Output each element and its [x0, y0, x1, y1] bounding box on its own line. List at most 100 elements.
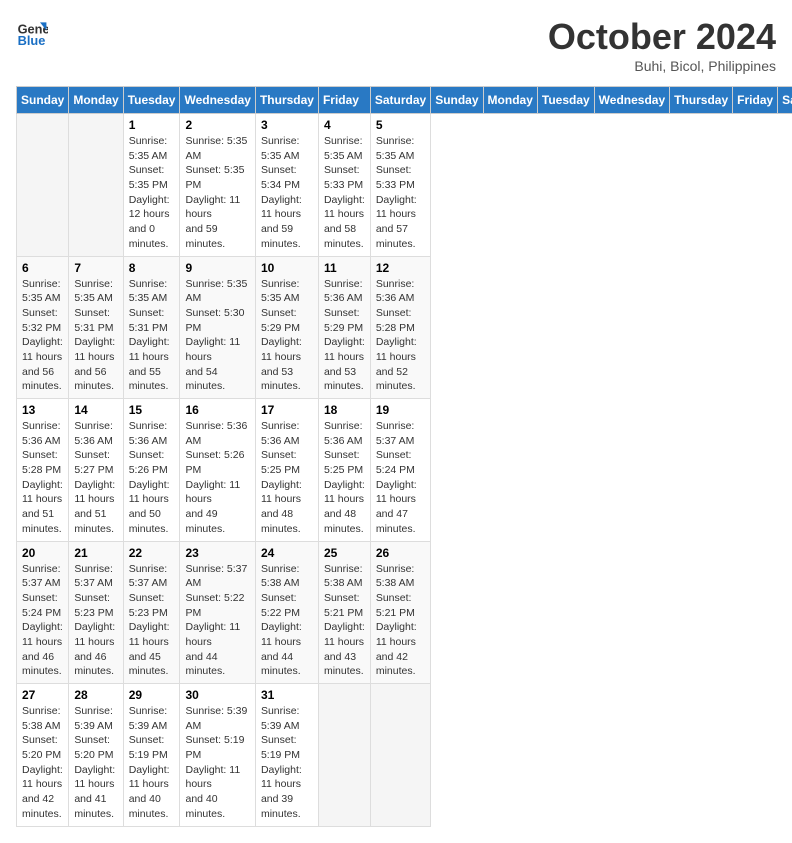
logo-icon: General Blue: [16, 16, 48, 48]
col-header-sunday: Sunday: [17, 87, 69, 114]
day-detail: Sunrise: 5:35 AM Sunset: 5:31 PM Dayligh…: [129, 277, 175, 395]
calendar-cell: 24Sunrise: 5:38 AM Sunset: 5:22 PM Dayli…: [255, 541, 318, 684]
day-detail: Sunrise: 5:36 AM Sunset: 5:27 PM Dayligh…: [74, 419, 117, 537]
calendar-cell: 20Sunrise: 5:37 AM Sunset: 5:24 PM Dayli…: [17, 541, 69, 684]
calendar-cell: 3Sunrise: 5:35 AM Sunset: 5:34 PM Daylig…: [255, 114, 318, 257]
calendar-cell: 23 Sunrise: 5:37 AM Sunset: 5:22 PM Dayli…: [180, 541, 255, 684]
col-header-sunday: Sunday: [431, 87, 483, 114]
day-detail: Sunrise: 5:39 AM Sunset: 5:19 PM Dayligh…: [185, 704, 249, 822]
day-detail: Sunrise: 5:35 AM Sunset: 5:35 PM Dayligh…: [185, 134, 249, 252]
calendar-cell: 6 Sunrise: 5:35 AM Sunset: 5:32 PM Daylig…: [17, 256, 69, 399]
location-subtitle: Buhi, Bicol, Philippines: [548, 58, 776, 74]
day-detail: Sunrise: 5:39 AM Sunset: 5:20 PM Dayligh…: [74, 704, 117, 822]
day-detail: Sunrise: 5:37 AM Sunset: 5:22 PM Dayligh…: [185, 562, 249, 680]
day-number: 10: [261, 261, 313, 275]
col-header-friday: Friday: [733, 87, 778, 114]
calendar-week-5: 27 Sunrise: 5:38 AM Sunset: 5:20 PM Dayli…: [17, 684, 792, 827]
day-detail: Sunrise: 5:36 AM Sunset: 5:29 PM Dayligh…: [324, 277, 365, 395]
calendar-cell: [17, 114, 69, 257]
day-number: 26: [376, 546, 425, 560]
col-header-thursday: Thursday: [670, 87, 733, 114]
day-number: 9: [185, 261, 249, 275]
calendar-cell: 29 Sunrise: 5:39 AM Sunset: 5:19 PM Dayli…: [123, 684, 180, 827]
calendar-cell: 27 Sunrise: 5:38 AM Sunset: 5:20 PM Dayli…: [17, 684, 69, 827]
day-detail: Sunrise: 5:35 AM Sunset: 5:35 PM Dayligh…: [129, 134, 175, 252]
calendar-table: SundayMondayTuesdayWednesdayThursdayFrid…: [16, 86, 792, 827]
day-number: 17: [261, 403, 313, 417]
day-detail: Sunrise: 5:37 AM Sunset: 5:23 PM Dayligh…: [74, 562, 117, 680]
day-detail: Sunrise: 5:35 AM Sunset: 5:29 PM Dayligh…: [261, 277, 313, 395]
day-detail: Sunrise: 5:39 AM Sunset: 5:19 PM Dayligh…: [129, 704, 175, 822]
calendar-cell: 30Sunrise: 5:39 AM Sunset: 5:19 PM Dayli…: [180, 684, 255, 827]
day-number: 24: [261, 546, 313, 560]
day-number: 2: [185, 118, 249, 132]
col-header-wednesday: Wednesday: [594, 87, 669, 114]
calendar-cell: 28 Sunrise: 5:39 AM Sunset: 5:20 PM Dayli…: [69, 684, 123, 827]
day-number: 16: [185, 403, 249, 417]
day-detail: Sunrise: 5:37 AM Sunset: 5:24 PM Dayligh…: [22, 562, 63, 680]
day-detail: Sunrise: 5:36 AM Sunset: 5:28 PM Dayligh…: [376, 277, 425, 395]
calendar-cell: 13Sunrise: 5:36 AM Sunset: 5:28 PM Dayli…: [17, 399, 69, 542]
day-number: 11: [324, 261, 365, 275]
col-header-friday: Friday: [318, 87, 370, 114]
day-detail: Sunrise: 5:38 AM Sunset: 5:21 PM Dayligh…: [324, 562, 365, 680]
day-detail: Sunrise: 5:36 AM Sunset: 5:26 PM Dayligh…: [185, 419, 249, 537]
calendar-cell: 25Sunrise: 5:38 AM Sunset: 5:21 PM Dayli…: [318, 541, 370, 684]
calendar-cell: [370, 684, 430, 827]
day-number: 15: [129, 403, 175, 417]
day-number: 6: [22, 261, 63, 275]
calendar-cell: 9 Sunrise: 5:35 AM Sunset: 5:30 PM Daylig…: [180, 256, 255, 399]
col-header-thursday: Thursday: [255, 87, 318, 114]
calendar-cell: 21Sunrise: 5:37 AM Sunset: 5:23 PM Dayli…: [69, 541, 123, 684]
day-detail: Sunrise: 5:38 AM Sunset: 5:21 PM Dayligh…: [376, 562, 425, 680]
day-number: 23: [185, 546, 249, 560]
day-detail: Sunrise: 5:37 AM Sunset: 5:24 PM Dayligh…: [376, 419, 425, 537]
page-header: General Blue October 2024 Buhi, Bicol, P…: [16, 16, 776, 74]
calendar-cell: 2 Sunrise: 5:35 AM Sunset: 5:35 PM Daylig…: [180, 114, 255, 257]
day-number: 27: [22, 688, 63, 702]
day-detail: Sunrise: 5:39 AM Sunset: 5:19 PM Dayligh…: [261, 704, 313, 822]
day-number: 3: [261, 118, 313, 132]
day-number: 12: [376, 261, 425, 275]
calendar-cell: 26 Sunrise: 5:38 AM Sunset: 5:21 PM Dayli…: [370, 541, 430, 684]
day-detail: Sunrise: 5:38 AM Sunset: 5:20 PM Dayligh…: [22, 704, 63, 822]
col-header-monday: Monday: [483, 87, 537, 114]
col-header-saturday: Saturday: [370, 87, 430, 114]
month-title: October 2024: [548, 16, 776, 58]
day-number: 1: [129, 118, 175, 132]
calendar-week-4: 20Sunrise: 5:37 AM Sunset: 5:24 PM Dayli…: [17, 541, 792, 684]
day-number: 4: [324, 118, 365, 132]
calendar-cell: [69, 114, 123, 257]
day-number: 14: [74, 403, 117, 417]
col-header-wednesday: Wednesday: [180, 87, 255, 114]
col-header-saturday: Saturday: [778, 87, 792, 114]
day-detail: Sunrise: 5:35 AM Sunset: 5:31 PM Dayligh…: [74, 277, 117, 395]
calendar-cell: 1 Sunrise: 5:35 AM Sunset: 5:35 PM Daylig…: [123, 114, 180, 257]
calendar-cell: 8 Sunrise: 5:35 AM Sunset: 5:31 PM Daylig…: [123, 256, 180, 399]
calendar-cell: 14 Sunrise: 5:36 AM Sunset: 5:27 PM Dayli…: [69, 399, 123, 542]
day-number: 19: [376, 403, 425, 417]
day-number: 28: [74, 688, 117, 702]
calendar-cell: 17 Sunrise: 5:36 AM Sunset: 5:25 PM Dayli…: [255, 399, 318, 542]
calendar-cell: 18 Sunrise: 5:36 AM Sunset: 5:25 PM Dayli…: [318, 399, 370, 542]
calendar-cell: 12 Sunrise: 5:36 AM Sunset: 5:28 PM Dayli…: [370, 256, 430, 399]
calendar-cell: 19 Sunrise: 5:37 AM Sunset: 5:24 PM Dayli…: [370, 399, 430, 542]
svg-text:Blue: Blue: [18, 33, 46, 48]
calendar-cell: 16 Sunrise: 5:36 AM Sunset: 5:26 PM Dayli…: [180, 399, 255, 542]
day-detail: Sunrise: 5:35 AM Sunset: 5:33 PM Dayligh…: [376, 134, 425, 252]
col-header-monday: Monday: [69, 87, 123, 114]
calendar-week-2: 6 Sunrise: 5:35 AM Sunset: 5:32 PM Daylig…: [17, 256, 792, 399]
calendar-week-1: 1 Sunrise: 5:35 AM Sunset: 5:35 PM Daylig…: [17, 114, 792, 257]
day-number: 29: [129, 688, 175, 702]
day-number: 18: [324, 403, 365, 417]
day-number: 5: [376, 118, 425, 132]
day-detail: Sunrise: 5:36 AM Sunset: 5:25 PM Dayligh…: [324, 419, 365, 537]
calendar-cell: 22Sunrise: 5:37 AM Sunset: 5:23 PM Dayli…: [123, 541, 180, 684]
calendar-cell: 15Sunrise: 5:36 AM Sunset: 5:26 PM Dayli…: [123, 399, 180, 542]
day-detail: Sunrise: 5:35 AM Sunset: 5:30 PM Dayligh…: [185, 277, 249, 395]
day-detail: Sunrise: 5:35 AM Sunset: 5:32 PM Dayligh…: [22, 277, 63, 395]
title-block: October 2024 Buhi, Bicol, Philippines: [548, 16, 776, 74]
day-number: 8: [129, 261, 175, 275]
day-detail: Sunrise: 5:36 AM Sunset: 5:28 PM Dayligh…: [22, 419, 63, 537]
day-detail: Sunrise: 5:36 AM Sunset: 5:25 PM Dayligh…: [261, 419, 313, 537]
